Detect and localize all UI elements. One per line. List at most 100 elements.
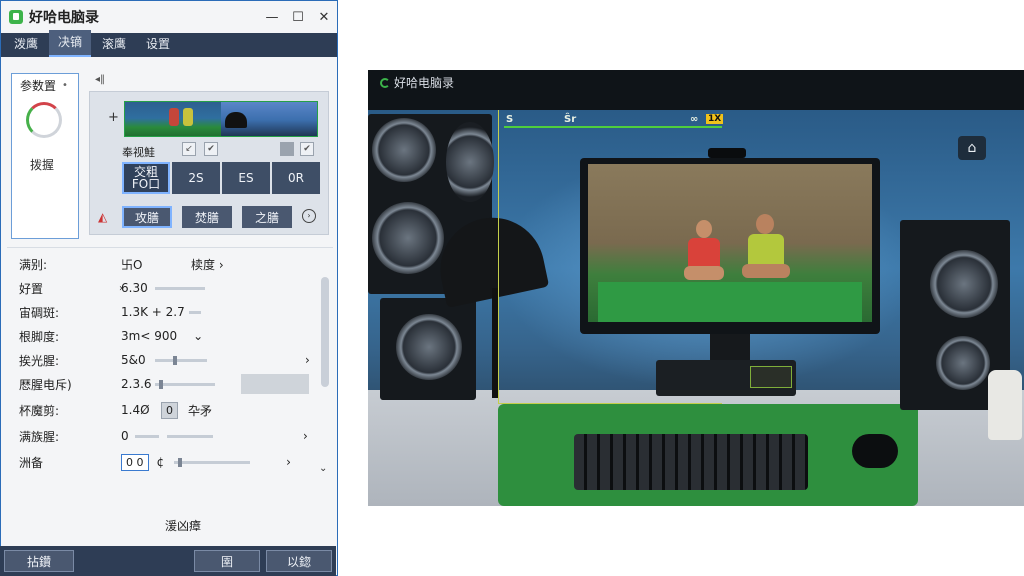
tab-settings[interactable]: 设置 [137, 32, 179, 57]
param-label: 宙碉斑: [19, 305, 60, 320]
param-value: 2.3.6 [121, 377, 152, 391]
param-arrow-icon[interactable]: › [303, 429, 308, 443]
divider [7, 247, 333, 248]
row-toggle-1[interactable]: ↙ [182, 142, 196, 156]
dropdown-chevron-icon[interactable]: ⌄ [193, 329, 203, 343]
progress-ring-icon [26, 102, 62, 138]
hud-badge: 1X [706, 114, 724, 124]
person-red-shirt [684, 220, 724, 286]
monitor [580, 158, 880, 334]
parameter-card-status: 拨握 [30, 158, 55, 172]
param-row: 满族腥: 0 › [19, 425, 308, 447]
source-panel: + 奉视鮭 ↙ ✔ ✔ 交粗 FO口 2S ES 0R ◭ 攻膳 焚膳 之膳 › [89, 91, 329, 235]
param-slider[interactable] [188, 310, 201, 314]
tab-2[interactable]: 决镝 [49, 30, 92, 57]
param-value: 卐O [121, 257, 143, 272]
footer-title: 湲凶瘴 [165, 519, 202, 533]
minimize-button[interactable]: — [259, 1, 285, 33]
param-label: 满族腥: [19, 429, 60, 444]
param-label: 好置 [19, 281, 44, 296]
hud-label-right: ∞ [690, 114, 699, 125]
footer-right-button[interactable]: 以鍃 [266, 550, 332, 572]
lamp-arm [492, 288, 498, 398]
keyboard [574, 434, 808, 490]
palette-icon[interactable]: ◭ [98, 210, 107, 224]
home-icon[interactable]: ⌂ [958, 136, 986, 160]
app-logo-icon [380, 77, 390, 88]
param-arrow-icon[interactable]: › [305, 353, 310, 367]
source-row-label: 奉视鮭 [122, 146, 155, 159]
quality-button-2[interactable]: 2S [172, 162, 220, 194]
param-label: 根脚度: [19, 329, 60, 344]
param-row: 洲备 0 0 ¢ › [19, 451, 291, 473]
tab-bar: 泼鹰 决镝 滚鹰 设置 [1, 30, 337, 57]
row-toggle-4[interactable]: ✔ [300, 142, 314, 156]
quality-button-3[interactable]: ES [222, 162, 270, 194]
video-preview[interactable]: 好哈电脑录 S Ŝr ∞ 1X ⌂ [368, 70, 1024, 506]
hud-label-left: S [506, 114, 514, 125]
settings-window: 好哈电脑录 — ☐ ✕ 泼鹰 决镝 滚鹰 设置 参数置 • 拨握 ◂‖ + 奉视… [0, 0, 338, 576]
param-row: 挨光腥: 5&0 › [19, 349, 310, 371]
close-button[interactable]: ✕ [311, 1, 337, 33]
speaker-left-low [380, 298, 476, 400]
footer-mid-button[interactable]: 圉 [194, 550, 260, 572]
param-slider[interactable] [155, 355, 207, 365]
param-slider[interactable] [155, 379, 215, 389]
param-input[interactable]: 0 0 [121, 453, 149, 471]
row-toggle-3[interactable] [280, 142, 294, 156]
collapse-icon[interactable]: ◂‖ [95, 74, 105, 85]
param-extra[interactable]: 椟度 › [191, 256, 224, 273]
add-source-button[interactable]: + [108, 110, 119, 125]
footer-left-button[interactable]: 拈鑽 [4, 550, 74, 572]
mouse [852, 434, 898, 468]
scroll-down-icon[interactable]: ⌄ [319, 463, 327, 474]
webcam [708, 148, 746, 158]
param-value: 3m< 900 [121, 329, 178, 343]
param-label: 厯腥电斥) [19, 377, 72, 392]
action-button-2[interactable]: 焚膳 [182, 206, 232, 228]
param-input[interactable]: 0 [161, 401, 178, 419]
title-bar: 好哈电脑录 — ☐ ✕ [1, 1, 337, 33]
action-button-3[interactable]: 之膳 [242, 206, 292, 228]
maximize-button[interactable]: ☐ [285, 1, 311, 33]
param-row: 宙碉斑: 1.3K + 2.7 [19, 301, 201, 323]
param-row: 好置 6.30 › [19, 277, 205, 299]
monitor-screen [588, 164, 872, 322]
param-extra: 卆矛 [188, 403, 213, 418]
param-row: 满别: 卐O 椟度 › [19, 253, 224, 275]
param-arrow-icon[interactable]: › [119, 283, 123, 294]
param-label: 满别: [19, 257, 48, 272]
action-button-1[interactable]: 攻膳 [122, 206, 172, 228]
quality-button-1[interactable]: 交粗 FO口 [122, 162, 170, 194]
param-value: 1.4Ø [121, 403, 150, 417]
param-value: 0 [121, 429, 129, 443]
preview-title: 好哈电脑录 [380, 74, 454, 91]
param-value: 5&0 [121, 353, 146, 367]
hud-label-mid: Ŝr [564, 114, 577, 125]
param-slider[interactable] [174, 457, 251, 467]
param-extra: ¢ [156, 455, 165, 469]
parameter-card-label: 参数置 [20, 79, 57, 93]
row-toggle-2[interactable]: ✔ [204, 142, 218, 156]
preview-title-text: 好哈电脑录 [394, 76, 455, 90]
tab-1[interactable]: 泼鹰 [5, 32, 47, 57]
bottle [988, 370, 1022, 440]
param-row: 厯腥电斥) 2.3.6 [19, 373, 309, 395]
app-logo-icon [9, 10, 23, 24]
param-field[interactable] [241, 374, 309, 394]
parameter-card[interactable]: 参数置 • 拨握 [11, 73, 79, 239]
param-slider[interactable] [167, 434, 213, 438]
tab-3[interactable]: 滚鹰 [93, 32, 135, 57]
quality-button-4[interactable]: 0R [272, 162, 320, 194]
preview-thumbnail[interactable] [124, 101, 318, 137]
window-title: 好哈电脑录 [29, 10, 99, 26]
scrollbar[interactable] [321, 277, 329, 387]
more-options-icon[interactable]: › [302, 209, 316, 223]
param-arrow-icon[interactable]: › [286, 455, 291, 469]
param-row: 根脚度: 3m< 900 ⌄ [19, 325, 203, 347]
control-box [750, 366, 792, 388]
param-slider[interactable] [135, 434, 159, 438]
person-yellow-shirt [742, 214, 790, 286]
param-slider[interactable] [155, 286, 205, 290]
param-label: 挨光腥: [19, 353, 60, 368]
